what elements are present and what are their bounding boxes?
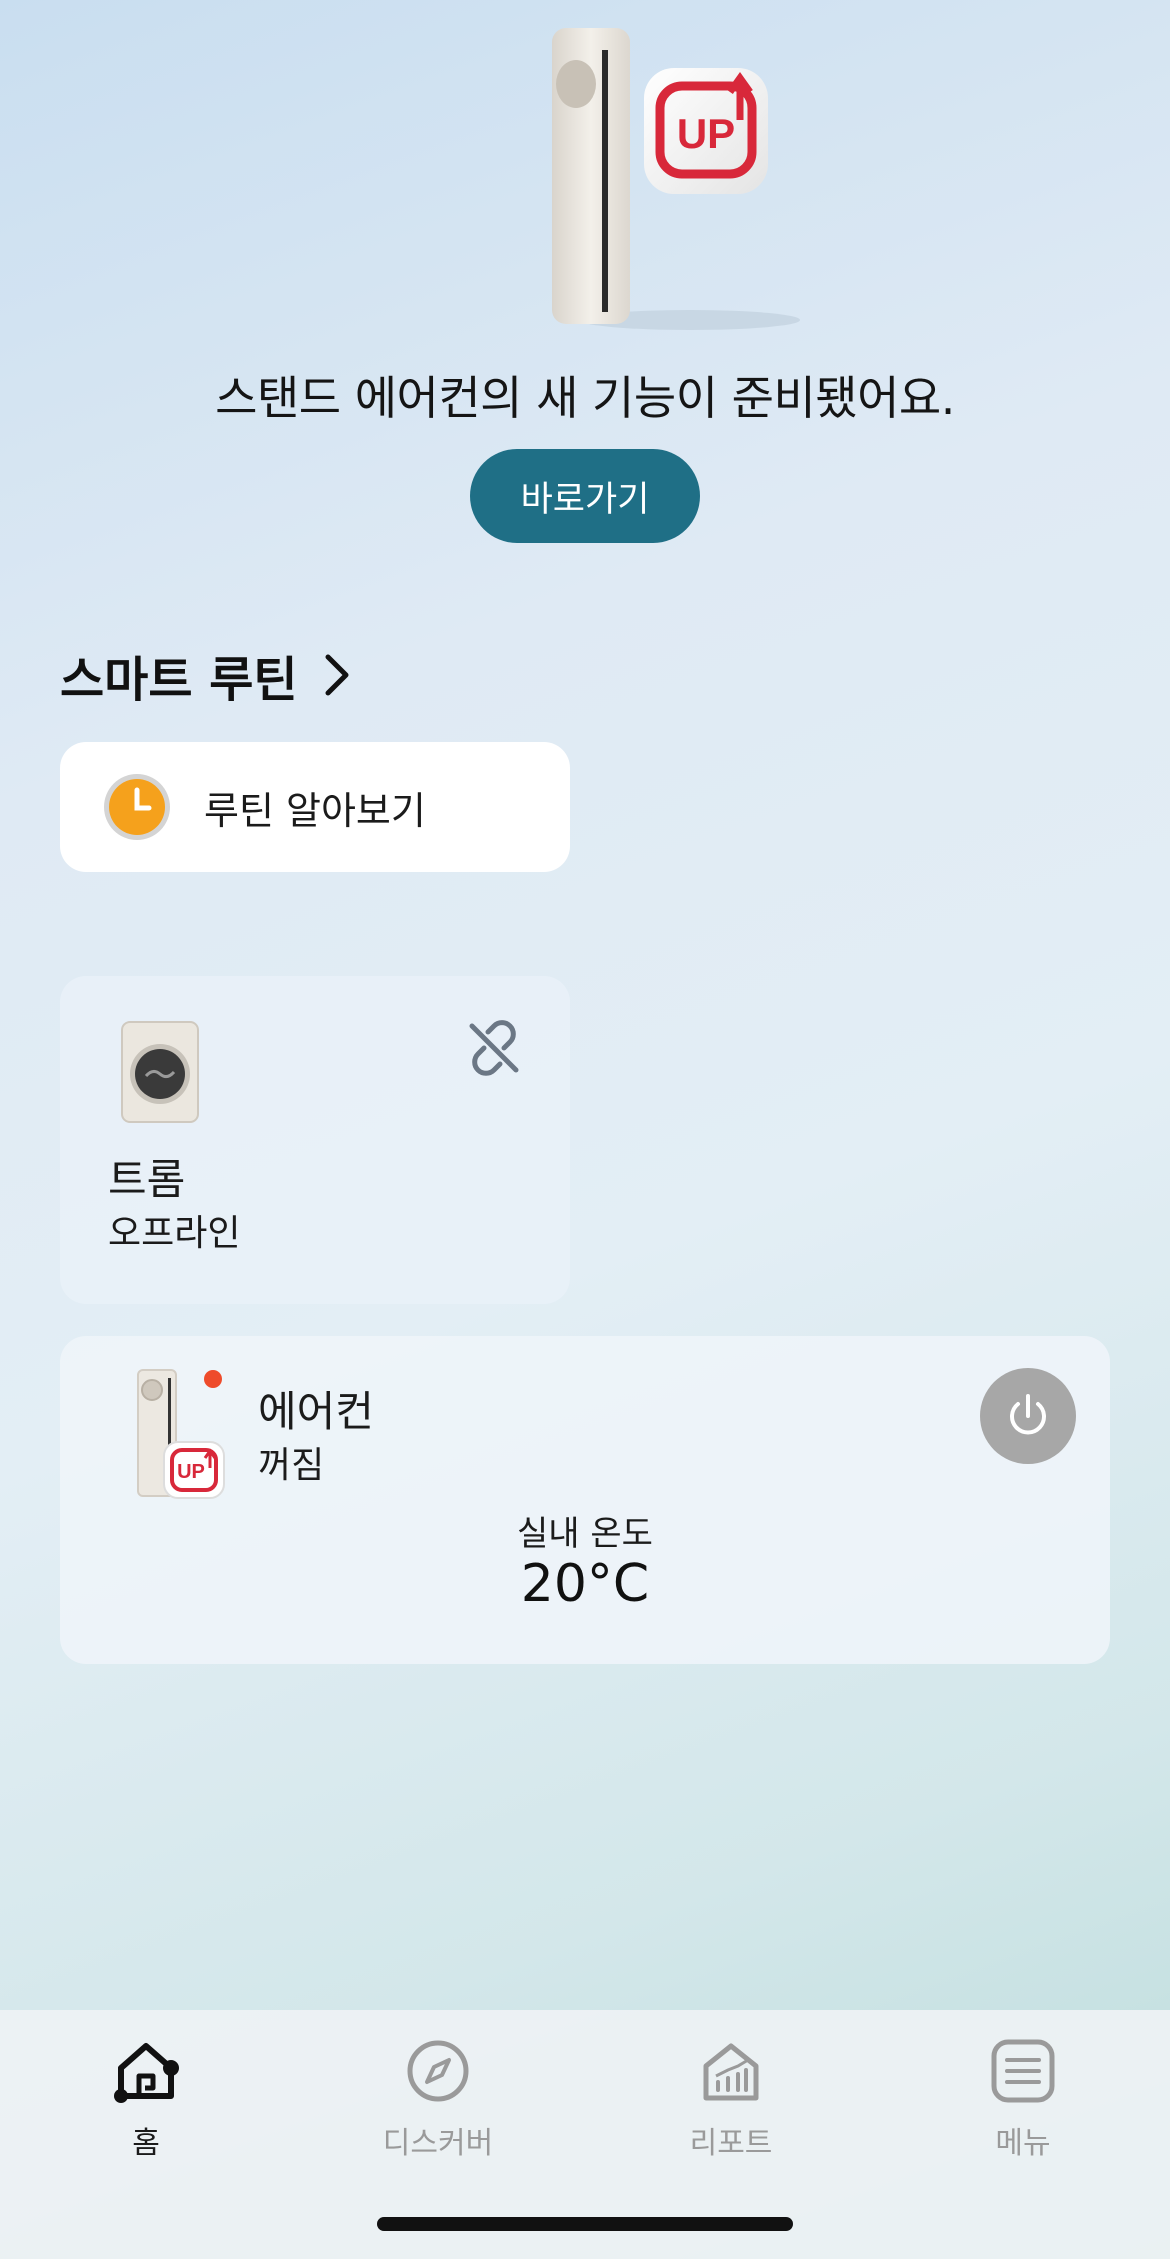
device-name: 에어컨 [258,1387,374,1436]
indoor-temp-label: 실내 온도 [517,1514,653,1554]
home-indicator [377,2217,793,2231]
routine-card-label: 루틴 알아보기 [204,788,426,833]
device-status: 오프라인 [108,1213,241,1254]
indoor-temp-value: 20°C [520,1554,650,1614]
power-button[interactable] [980,1368,1076,1464]
device-card-aircon[interactable]: UP 에어컨 꺼짐 실내 온도 20°C [60,1336,1110,1664]
compass-icon [407,2040,469,2102]
aircon-up-badge-text: UP [177,1461,205,1483]
go-button[interactable]: 바로가기 [470,449,700,543]
device-card-dryer[interactable]: 트롬 오프라인 [60,976,570,1304]
chevron-right-icon [325,654,349,696]
dryer-icon [121,1021,199,1123]
aircon-icon: UP [137,1369,225,1499]
nav-label: 디스커버 [382,2126,494,2161]
up-badge-icon: UP [644,68,768,194]
device-status: 꺼짐 [258,1445,325,1486]
section-title: 스마트 루틴 [60,652,298,708]
clock-icon [104,774,170,840]
nav-item-home[interactable]: 홈 [46,2036,246,2176]
banner-text: 스탠드 에어컨의 새 기능이 준비됐어요. [215,371,955,425]
unlink-icon [469,1020,519,1076]
power-icon [1010,1394,1046,1435]
home-icon [114,2043,179,2103]
menu-icon [991,2039,1055,2103]
nav-label: 메뉴 [995,2126,1051,2161]
up-badge-text: UP [677,110,735,157]
nav-item-report[interactable]: 리포트 [631,2036,831,2176]
notification-dot [204,1370,222,1388]
routine-learn-card[interactable]: 루틴 알아보기 [60,742,570,872]
nav-item-discover[interactable]: 디스커버 [338,2036,538,2176]
nav-label: 홈 [132,2126,160,2161]
report-icon [703,2043,759,2101]
smart-routine-header[interactable]: 스마트 루틴 [60,640,352,710]
hero-illustration: UP [540,20,820,340]
device-name: 트롬 [108,1155,186,1204]
nav-item-menu[interactable]: 메뉴 [923,2036,1123,2176]
nav-label: 리포트 [689,2126,773,2161]
